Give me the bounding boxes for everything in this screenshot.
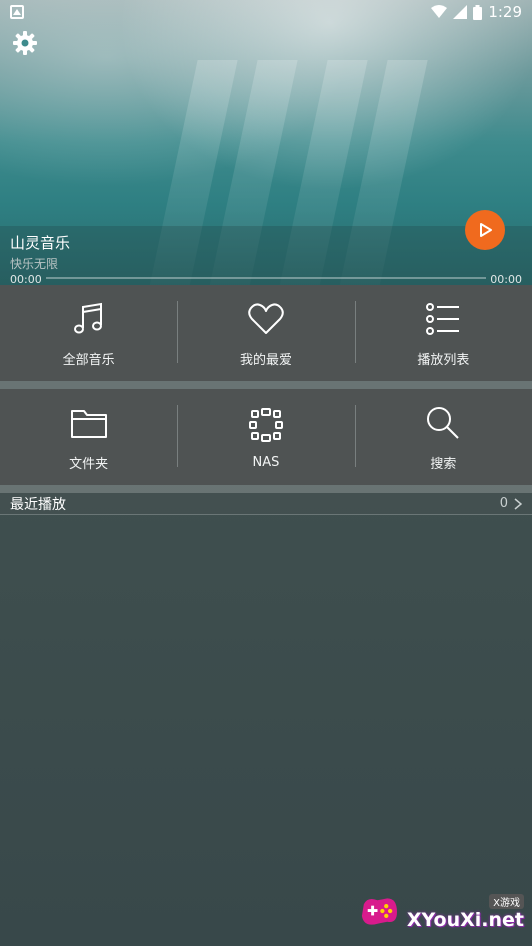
nas-item[interactable]: NAS [177, 389, 354, 485]
recent-played-header[interactable]: 最近播放 0 [0, 493, 532, 515]
search-label: 搜索 [430, 456, 457, 472]
gear-icon [13, 31, 37, 55]
chevron-right-icon [514, 497, 522, 510]
watermark: X游戏 XYouXi.net [358, 886, 524, 938]
play-button[interactable] [465, 210, 505, 250]
playlist-item[interactable]: 播放列表 [354, 285, 532, 381]
all-music-item[interactable]: 全部音乐 [0, 285, 177, 381]
favorites-item[interactable]: 我的最爱 [177, 285, 354, 381]
folder-item[interactable]: 文件夹 [0, 389, 177, 485]
nas-icon [248, 407, 283, 442]
settings-button[interactable] [12, 30, 38, 56]
folder-label: 文件夹 [69, 456, 109, 472]
library-row: 全部音乐 我的最爱 播放列表 [0, 285, 532, 381]
battery-icon [473, 4, 483, 20]
song-title: 山灵音乐 [10, 234, 71, 252]
status-time: 1:29 [488, 3, 522, 21]
search-icon [427, 406, 460, 439]
play-icon [480, 223, 492, 237]
recent-played-title: 最近播放 [10, 496, 66, 513]
divider [0, 381, 532, 389]
watermark-main: XYouXi.net [406, 908, 524, 931]
music-note-icon [73, 302, 102, 333]
nas-label: NAS [252, 454, 280, 470]
signal-icon [453, 5, 468, 19]
wifi-icon [431, 5, 448, 18]
sources-row: 文件夹 NAS 搜索 [0, 389, 532, 485]
notification-icon [10, 5, 24, 19]
status-bar: 1:29 [0, 0, 532, 24]
folder-icon [70, 409, 107, 438]
favorites-label: 我的最爱 [239, 352, 292, 368]
recent-played-count: 0 [499, 496, 508, 511]
watermark-small: X游戏 [489, 893, 524, 909]
playlist-icon [426, 302, 460, 335]
divider [0, 485, 532, 493]
all-music-label: 全部音乐 [62, 352, 115, 368]
gamepad-logo-icon [361, 898, 397, 925]
progress-bar[interactable] [46, 277, 486, 279]
playlist-label: 播放列表 [417, 352, 470, 368]
search-item[interactable]: 搜索 [354, 389, 532, 485]
song-artist: 快乐无限 [10, 257, 59, 271]
heart-icon [248, 302, 284, 334]
